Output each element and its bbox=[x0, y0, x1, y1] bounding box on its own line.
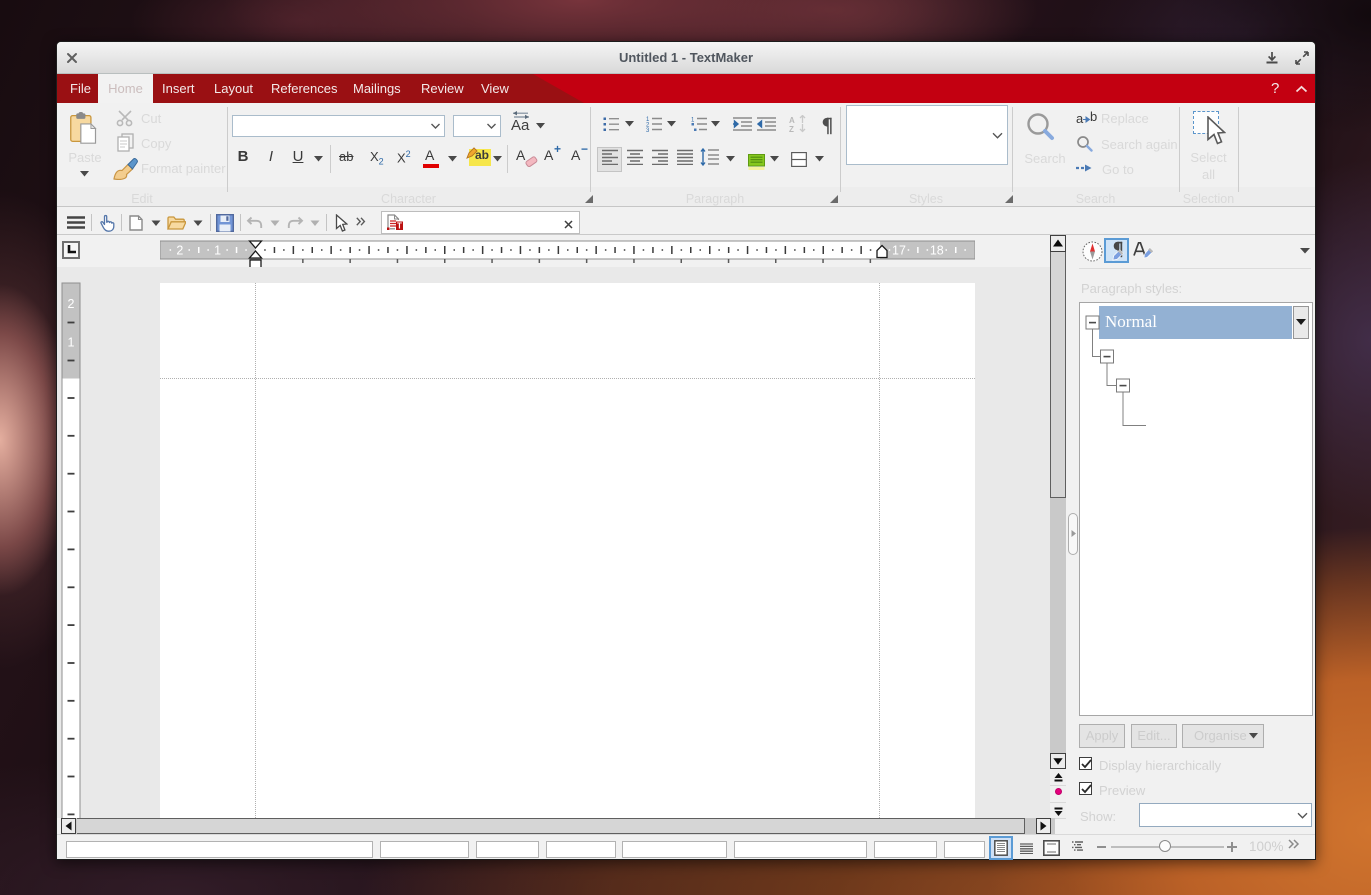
svg-text:17: 17 bbox=[892, 244, 906, 258]
svg-text:18: 18 bbox=[930, 244, 944, 258]
svg-text:3: 3 bbox=[646, 128, 650, 132]
svg-text:T: T bbox=[397, 222, 402, 231]
svg-text:2: 2 bbox=[176, 244, 183, 258]
svg-text:1: 1 bbox=[691, 118, 695, 124]
svg-text:2: 2 bbox=[68, 297, 75, 311]
svg-text:A: A bbox=[789, 116, 795, 125]
svg-text:Z: Z bbox=[789, 125, 794, 133]
svg-text:1: 1 bbox=[68, 336, 75, 350]
svg-text:1: 1 bbox=[214, 244, 221, 258]
